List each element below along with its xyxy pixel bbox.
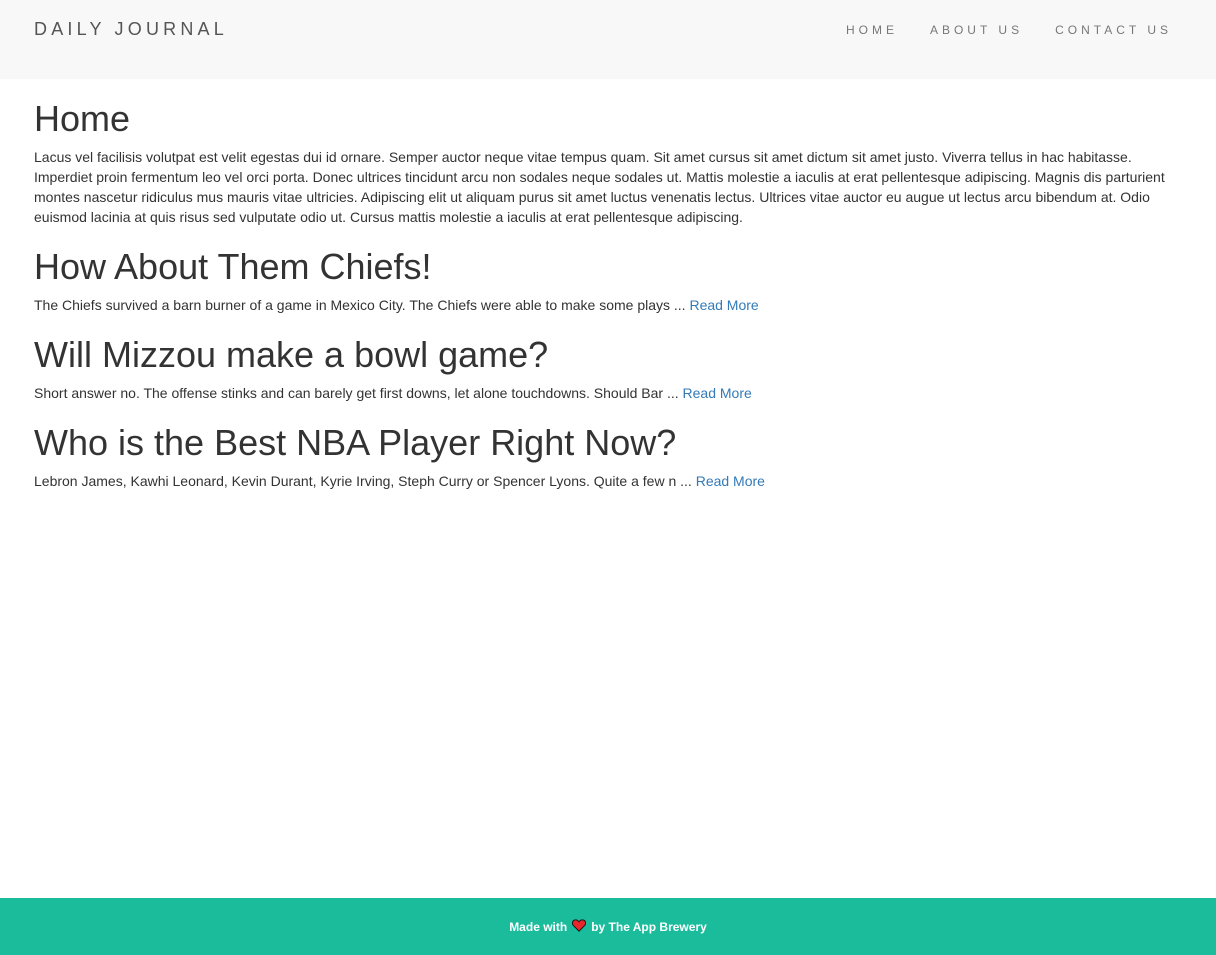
nav-link-home[interactable]: HOME	[846, 23, 898, 37]
brand-logo-link[interactable]: DAILY JOURNAL	[34, 18, 228, 40]
nav-item-about: ABOUT US	[930, 21, 1023, 39]
nav-menu: HOME ABOUT US CONTACT US	[814, 21, 1172, 39]
nav-item-home: HOME	[846, 21, 898, 39]
post-title: Who is the Best NBA Player Right Now?	[34, 422, 677, 463]
main-content: Home Lacus vel facilisis volutpat est ve…	[34, 79, 1174, 491]
post-title: How About Them Chiefs!	[34, 246, 432, 287]
footer: Made with by The App Brewery	[0, 898, 1216, 955]
nav-link-about[interactable]: ABOUT US	[930, 23, 1023, 37]
post-excerpt-text: Lebron James, Kawhi Leonard, Kevin Duran…	[34, 473, 696, 489]
nav-link-contact[interactable]: CONTACT US	[1055, 23, 1172, 37]
post-title: Will Mizzou make a bowl game?	[34, 334, 549, 375]
footer-made-with: Made with	[509, 919, 568, 934]
post-excerpt: Lebron James, Kawhi Leonard, Kevin Duran…	[34, 471, 1174, 491]
footer-by: by The App Brewery	[591, 919, 707, 934]
page-title: Home	[34, 98, 131, 139]
read-more-link[interactable]: Read More	[683, 385, 752, 401]
post-excerpt: Short answer no. The offense stinks and …	[34, 383, 1174, 403]
read-more-link[interactable]: Read More	[689, 297, 758, 313]
nav-item-contact: CONTACT US	[1055, 21, 1172, 39]
post-item: How About Them Chiefs! The Chiefs surviv…	[34, 247, 1174, 315]
read-more-link[interactable]: Read More	[696, 473, 765, 489]
post-excerpt-text: Short answer no. The offense stinks and …	[34, 385, 683, 401]
navbar: DAILY JOURNAL HOME ABOUT US CONTACT US	[0, 0, 1216, 79]
post-item: Who is the Best NBA Player Right Now? Le…	[34, 423, 1174, 491]
post-excerpt-text: The Chiefs survived a barn burner of a g…	[34, 297, 690, 313]
post-excerpt: The Chiefs survived a barn burner of a g…	[34, 295, 1174, 315]
heart-icon	[572, 918, 587, 935]
home-content: Lacus vel facilisis volutpat est velit e…	[34, 149, 1165, 225]
post-item: Will Mizzou make a bowl game? Short answ…	[34, 335, 1174, 403]
